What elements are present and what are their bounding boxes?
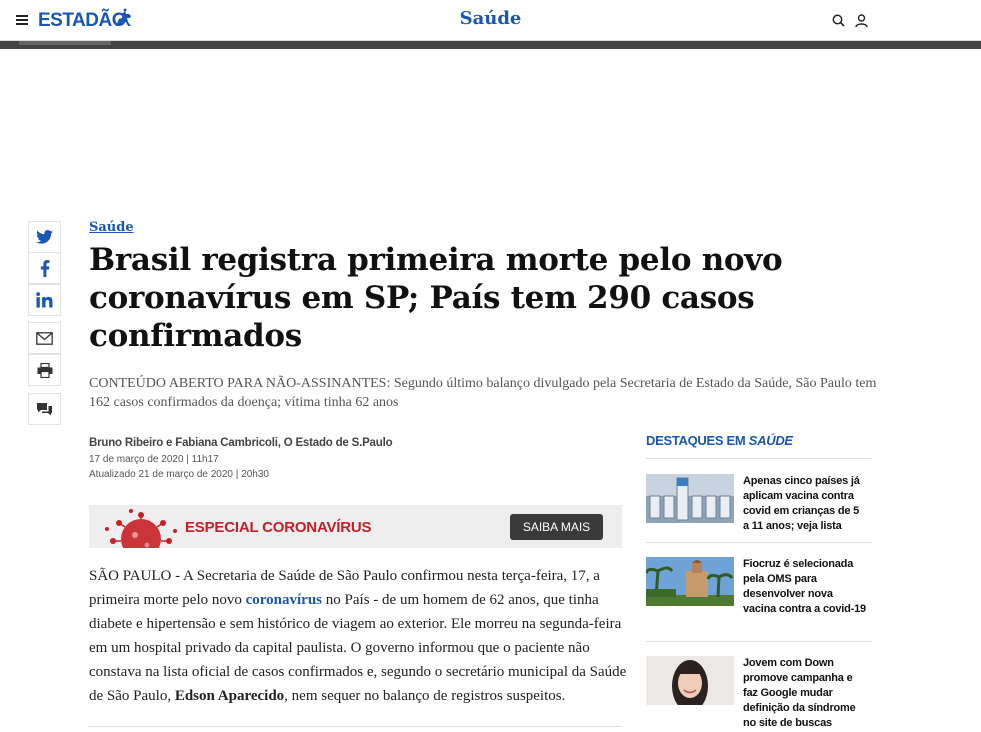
comments-icon xyxy=(37,403,52,416)
secondary-nav-tab[interactable] xyxy=(19,41,111,45)
linkedin-icon xyxy=(36,292,53,308)
sidebar-item-title[interactable]: Jovem com Down promove campanha e faz Go… xyxy=(743,656,867,731)
twitter-icon xyxy=(36,230,53,244)
thumbnail-image[interactable] xyxy=(646,656,734,705)
divider xyxy=(646,641,871,642)
updated-date: Atualizado 21 de março de 2020 | 20h30 xyxy=(89,469,269,480)
share-email-button[interactable] xyxy=(28,322,61,354)
banner-title: ESPECIAL CORONAVÍRUS xyxy=(185,519,372,536)
coronavirus-link[interactable]: coronavírus xyxy=(246,592,322,608)
sidebar-heading-section: SAÚDE xyxy=(748,433,793,448)
share-facebook-button[interactable] xyxy=(28,252,61,284)
sidebar-item-title[interactable]: Apenas cinco países já aplicam vacina co… xyxy=(743,474,867,534)
thumbnail-image[interactable] xyxy=(646,474,734,523)
sidebar-heading-prefix: DESTAQUES EM xyxy=(646,433,749,448)
article-headline: Brasil registra primeira morte pelo novo… xyxy=(89,242,783,354)
divider xyxy=(646,542,871,543)
facebook-icon xyxy=(40,259,49,277)
top-bar: ESTADÃO Saúde xyxy=(0,0,981,41)
body-text-part: , nem sequer no balanço de registros sus… xyxy=(284,688,566,704)
sidebar-item-fiocruz[interactable]: Fiocruz é selecionada pela OMS para dese… xyxy=(646,557,871,629)
user-icon[interactable] xyxy=(855,14,868,28)
divider xyxy=(646,458,871,459)
horse-rider-icon xyxy=(116,8,131,26)
special-coronavirus-banner[interactable]: ESPECIAL CORONAVÍRUS SAIBA MAIS xyxy=(89,505,622,548)
body-bold-name[interactable]: Edson Aparecido xyxy=(175,688,284,704)
search-icon[interactable] xyxy=(832,14,845,27)
share-twitter-button[interactable] xyxy=(28,221,61,253)
sidebar-item-title[interactable]: Fiocruz é selecionada pela OMS para dese… xyxy=(743,557,867,617)
divider xyxy=(89,726,622,727)
share-linkedin-button[interactable] xyxy=(28,284,61,316)
saiba-mais-button[interactable]: SAIBA MAIS xyxy=(510,514,603,540)
email-icon xyxy=(36,331,53,345)
secondary-nav-bar xyxy=(0,41,981,49)
coronavirus-icon xyxy=(105,509,177,548)
article-body-paragraph: SÃO PAULO - A Secretaria de Saúde de São… xyxy=(89,564,629,708)
sidebar-item-vaccine-countries[interactable]: Apenas cinco países já aplicam vacina co… xyxy=(646,474,871,534)
comments-button[interactable] xyxy=(28,393,61,425)
estadao-logo[interactable]: ESTADÃO xyxy=(38,8,131,32)
section-title[interactable]: Saúde xyxy=(460,8,522,29)
sidebar-item-down-syndrome[interactable]: Jovem com Down promove campanha e faz Go… xyxy=(646,656,871,732)
menu-icon[interactable] xyxy=(16,15,28,25)
print-icon xyxy=(37,362,52,378)
thumbnail-image[interactable] xyxy=(646,557,734,606)
sidebar-heading[interactable]: DESTAQUES EM SAÚDE xyxy=(646,433,793,448)
published-date: 17 de março de 2020 | 11h17 xyxy=(89,454,219,465)
article-byline: Bruno Ribeiro e Fabiana Cambricoli, O Es… xyxy=(89,437,393,449)
logo-text: ESTADÃO xyxy=(38,10,126,31)
article-kicker[interactable]: Saúde xyxy=(89,220,134,235)
print-button[interactable] xyxy=(28,354,61,386)
article-subtitle: CONTEÚDO ABERTO PARA NÃO-ASSINANTES: Seg… xyxy=(89,376,877,410)
